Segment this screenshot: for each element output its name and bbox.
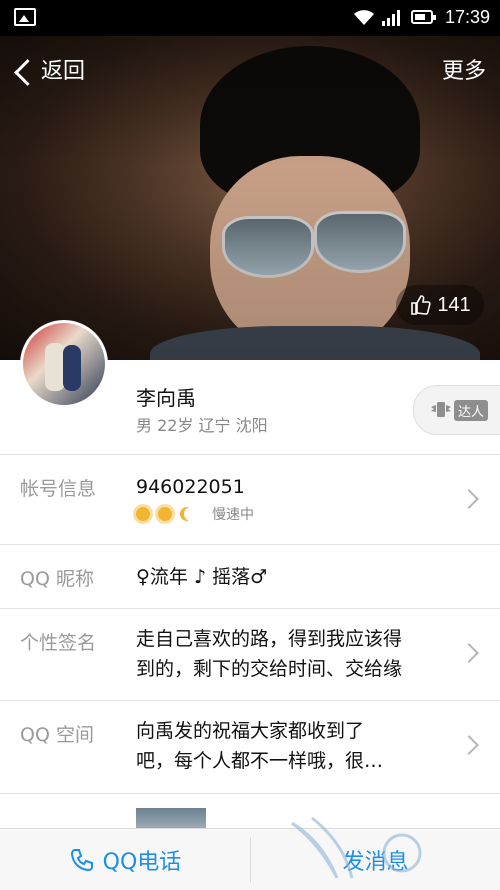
image-notification-icon bbox=[14, 8, 36, 26]
chevron-left-icon bbox=[14, 58, 41, 86]
nickname-value: ♀流年 ♪ 摇落♂ bbox=[136, 566, 268, 588]
qq-call-label: QQ电话 bbox=[102, 849, 182, 875]
daren-label: 达人 bbox=[453, 399, 488, 421]
sun-icon bbox=[136, 507, 150, 521]
clock: 17:39 bbox=[444, 7, 490, 27]
divider bbox=[0, 544, 500, 545]
qzone-line-2: 吧，每个人都不一样哦，很… bbox=[136, 750, 384, 772]
divider bbox=[0, 700, 500, 701]
nickname-label: QQ 昵称 bbox=[20, 568, 94, 590]
account-number: 946022051 bbox=[136, 476, 245, 498]
signature-line-1: 走自己喜欢的路，得到我应该得 bbox=[136, 628, 403, 650]
divider bbox=[0, 608, 500, 609]
qq-call-button[interactable]: QQ电话 bbox=[0, 829, 250, 890]
signature-line-2: 到的，剩下的交给时间、交给缘 bbox=[136, 658, 403, 680]
profile-meta: 男 22岁 辽宁 沈阳 bbox=[136, 416, 268, 435]
profile-name: 李向禹 bbox=[136, 386, 196, 410]
more-button[interactable]: 更多 bbox=[442, 54, 486, 90]
daren-badge[interactable]: 达人 bbox=[413, 385, 500, 435]
qzone-line-1: 向禹发的祝福大家都收到了 bbox=[136, 720, 365, 742]
avatar[interactable] bbox=[20, 320, 108, 408]
account-status: 慢速中 bbox=[212, 507, 254, 523]
signal-icon bbox=[382, 10, 400, 26]
thumbs-up-icon bbox=[411, 295, 431, 315]
chevron-right-icon bbox=[459, 643, 479, 663]
divider bbox=[0, 454, 500, 455]
divider bbox=[0, 793, 500, 794]
status-bar: 17:39 bbox=[0, 0, 500, 36]
battery-icon bbox=[411, 10, 436, 24]
watermark-logo bbox=[291, 816, 422, 879]
chevron-right-icon bbox=[459, 489, 479, 509]
qzone-label: QQ 空间 bbox=[20, 724, 94, 746]
wifi-icon bbox=[354, 10, 374, 25]
signature-label: 个性签名 bbox=[20, 632, 97, 654]
phone-icon bbox=[70, 848, 93, 871]
phone-wings-icon bbox=[430, 402, 451, 417]
like-button[interactable]: 141 bbox=[396, 285, 484, 325]
account-label: 帐号信息 bbox=[20, 478, 97, 500]
sun-icon bbox=[158, 507, 172, 521]
moon-icon bbox=[184, 507, 198, 521]
chevron-right-icon bbox=[459, 735, 479, 755]
back-label: 返回 bbox=[41, 59, 86, 84]
like-count: 141 bbox=[437, 293, 471, 316]
back-button[interactable]: 返回 bbox=[10, 54, 85, 90]
level-icons: 慢速中 bbox=[136, 504, 254, 524]
bottom-action-bar: QQ电话 发消息 bbox=[0, 816, 500, 890]
